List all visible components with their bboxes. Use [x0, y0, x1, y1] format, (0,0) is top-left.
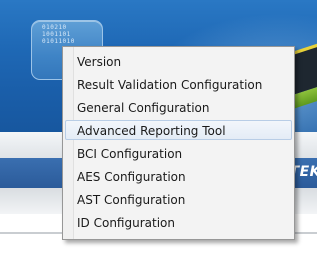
- menu-item-label: AST Configuration: [77, 193, 186, 207]
- menu-item-label: General Configuration: [77, 101, 210, 115]
- context-menu: Version Result Validation Configuration …: [62, 46, 295, 240]
- menu-item-label: AES Configuration: [77, 170, 186, 184]
- menu-item-label: Advanced Reporting Tool: [77, 124, 226, 138]
- screen: 010210 1001101 01011010 TEK Version Resu…: [0, 0, 317, 262]
- menu-item-ast-configuration[interactable]: AST Configuration: [65, 189, 292, 209]
- menu-item-label: ID Configuration: [77, 216, 175, 230]
- menu-item-id-configuration[interactable]: ID Configuration: [65, 212, 292, 232]
- menu-item-bci-configuration[interactable]: BCI Configuration: [65, 143, 292, 163]
- menu-item-advanced-reporting-tool[interactable]: Advanced Reporting Tool: [65, 120, 292, 140]
- menu-item-version[interactable]: Version: [65, 51, 292, 71]
- menu-item-result-validation-configuration[interactable]: Result Validation Configuration: [65, 74, 292, 94]
- menu-item-label: Result Validation Configuration: [77, 78, 263, 92]
- menu-item-label: Version: [77, 55, 122, 69]
- menu-item-general-configuration[interactable]: General Configuration: [65, 97, 292, 117]
- menu-item-aes-configuration[interactable]: AES Configuration: [65, 166, 292, 186]
- tile-binary-text: 010210 1001101 01011010: [42, 24, 75, 45]
- menu-item-label: BCI Configuration: [77, 147, 183, 161]
